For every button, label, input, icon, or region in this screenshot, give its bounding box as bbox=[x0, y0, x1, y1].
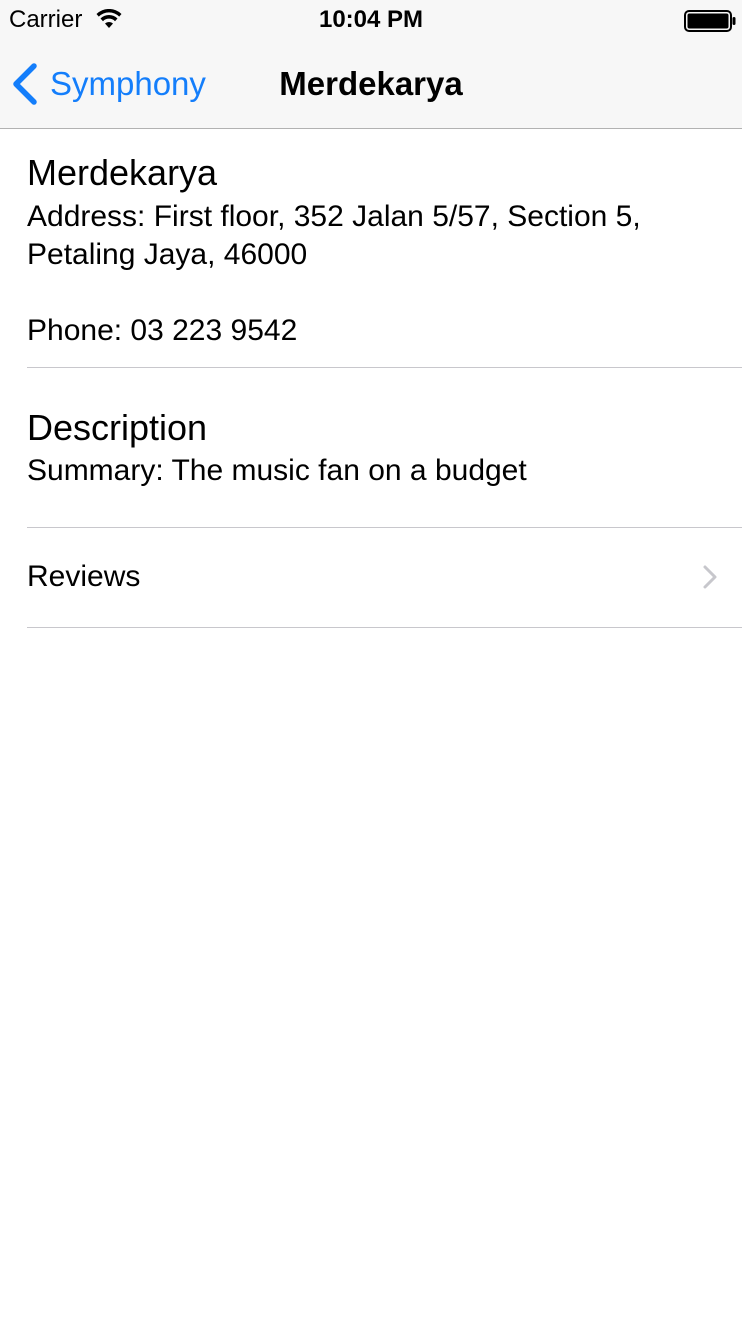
page-title: Merdekarya bbox=[279, 65, 463, 102]
chevron-right-icon bbox=[703, 565, 717, 589]
description-heading: Description bbox=[27, 407, 208, 448]
venue-address: Address: First floor, 352 Jalan 5/57, Se… bbox=[27, 200, 641, 271]
clock: 10:04 PM bbox=[318, 6, 424, 33]
info-cell: Merdekarya Address: First floor, 352 Jal… bbox=[27, 129, 742, 368]
venue-name: Merdekarya bbox=[27, 152, 218, 193]
navigation-bar: Symphony Merdekarya bbox=[0, 40, 742, 128]
battery-icon bbox=[684, 10, 736, 32]
reviews-cell[interactable]: Reviews bbox=[27, 528, 742, 628]
description-cell: Description Summary: The music fan on a … bbox=[27, 368, 742, 528]
reviews-label: Reviews bbox=[27, 560, 141, 593]
status-bar: Carrier 10:04 PM bbox=[0, 0, 742, 40]
detail-table: Merdekarya Address: First floor, 352 Jal… bbox=[0, 129, 742, 628]
top-bar: Carrier 10:04 PM Symphony Merdekarya bbox=[0, 0, 742, 129]
description-summary: Summary: The music fan on a budget bbox=[27, 454, 527, 487]
venue-phone: Phone: 03 223 9542 bbox=[27, 314, 298, 347]
screen: Carrier 10:04 PM Symphony Merdekarya Mer… bbox=[0, 0, 742, 1326]
